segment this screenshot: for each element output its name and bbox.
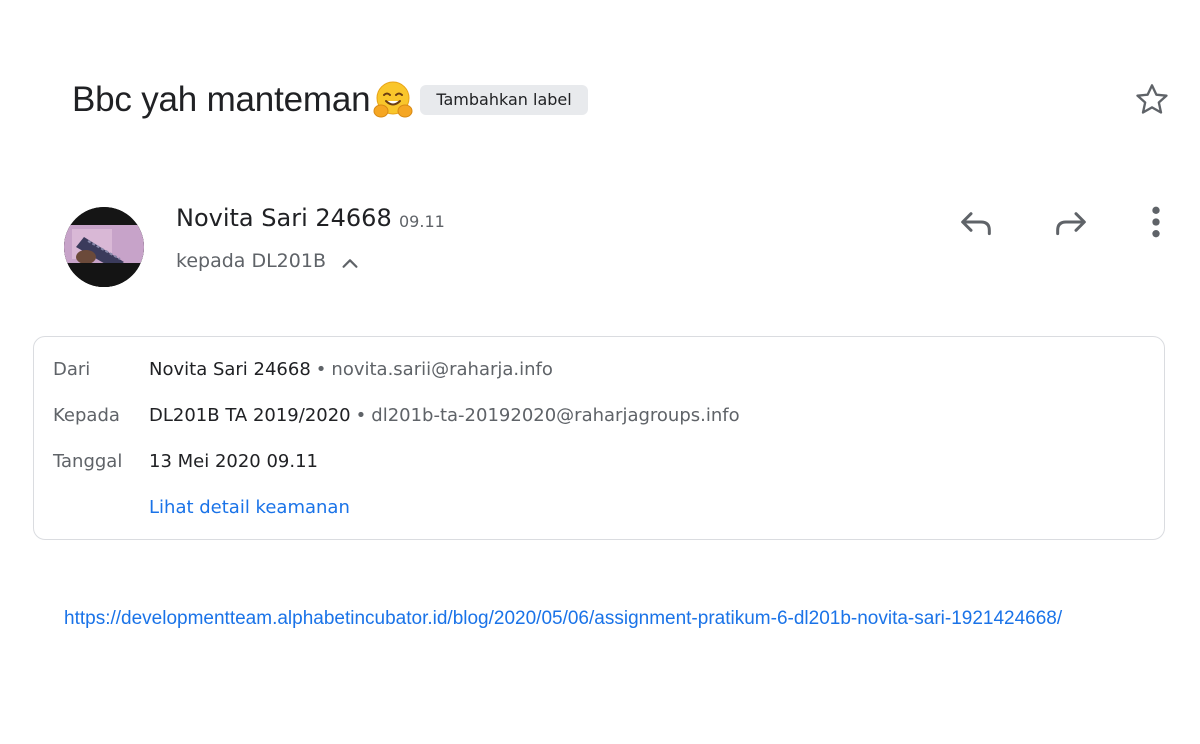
date-row: Tanggal 13 Mei 2020 09.11 [53,451,1148,472]
forward-button[interactable] [1047,198,1095,246]
security-details-link[interactable]: Lihat detail keamanan [149,497,350,518]
date-label: Tanggal [53,451,123,472]
from-name: Novita Sari 24668 [149,359,311,380]
sender-name: Novita Sari 24668 [176,204,392,232]
star-outline-icon [1136,84,1168,114]
sender-avatar[interactable] [64,207,144,287]
from-email[interactable]: novita.sarii@raharja.info [331,359,552,380]
from-separator: • [315,359,327,380]
more-vert-icon [1152,206,1160,238]
to-email[interactable]: dl201b-ta-20192020@raharjagroups.info [371,405,739,426]
to-row: Kepada DL201B TA 2019/2020 • dl201b-ta-2… [53,405,1148,426]
hugging-face-emoji-icon [372,79,414,121]
subject-row: Bbc yah manteman Tambahkan label [72,72,588,128]
reply-button[interactable] [952,198,1000,246]
from-label: Dari [53,359,91,380]
email-subject: Bbc yah manteman [72,80,371,119]
more-options-button[interactable] [1132,198,1180,246]
to-separator: • [355,405,367,426]
chevron-up-icon [338,252,362,276]
from-row: Dari Novita Sari 24668 • novita.sarii@ra… [53,359,1148,380]
forward-icon [1056,212,1086,236]
add-label-chip[interactable]: Tambahkan label [420,85,588,115]
recipient-summary-toggle[interactable]: kepada DL201B [176,246,362,276]
recipient-summary: kepada DL201B [176,250,326,272]
to-name: DL201B TA 2019/2020 [149,405,351,426]
star-button[interactable] [1128,76,1176,124]
sent-time: 09.11 [399,212,445,231]
date-value: 13 Mei 2020 09.11 [149,451,319,472]
to-label: Kepada [53,405,120,426]
message-details-card: Dari Novita Sari 24668 • novita.sarii@ra… [33,336,1165,540]
reply-icon [961,212,991,236]
message-body-link[interactable]: https://developmentteam.alphabetincubato… [64,607,1064,631]
